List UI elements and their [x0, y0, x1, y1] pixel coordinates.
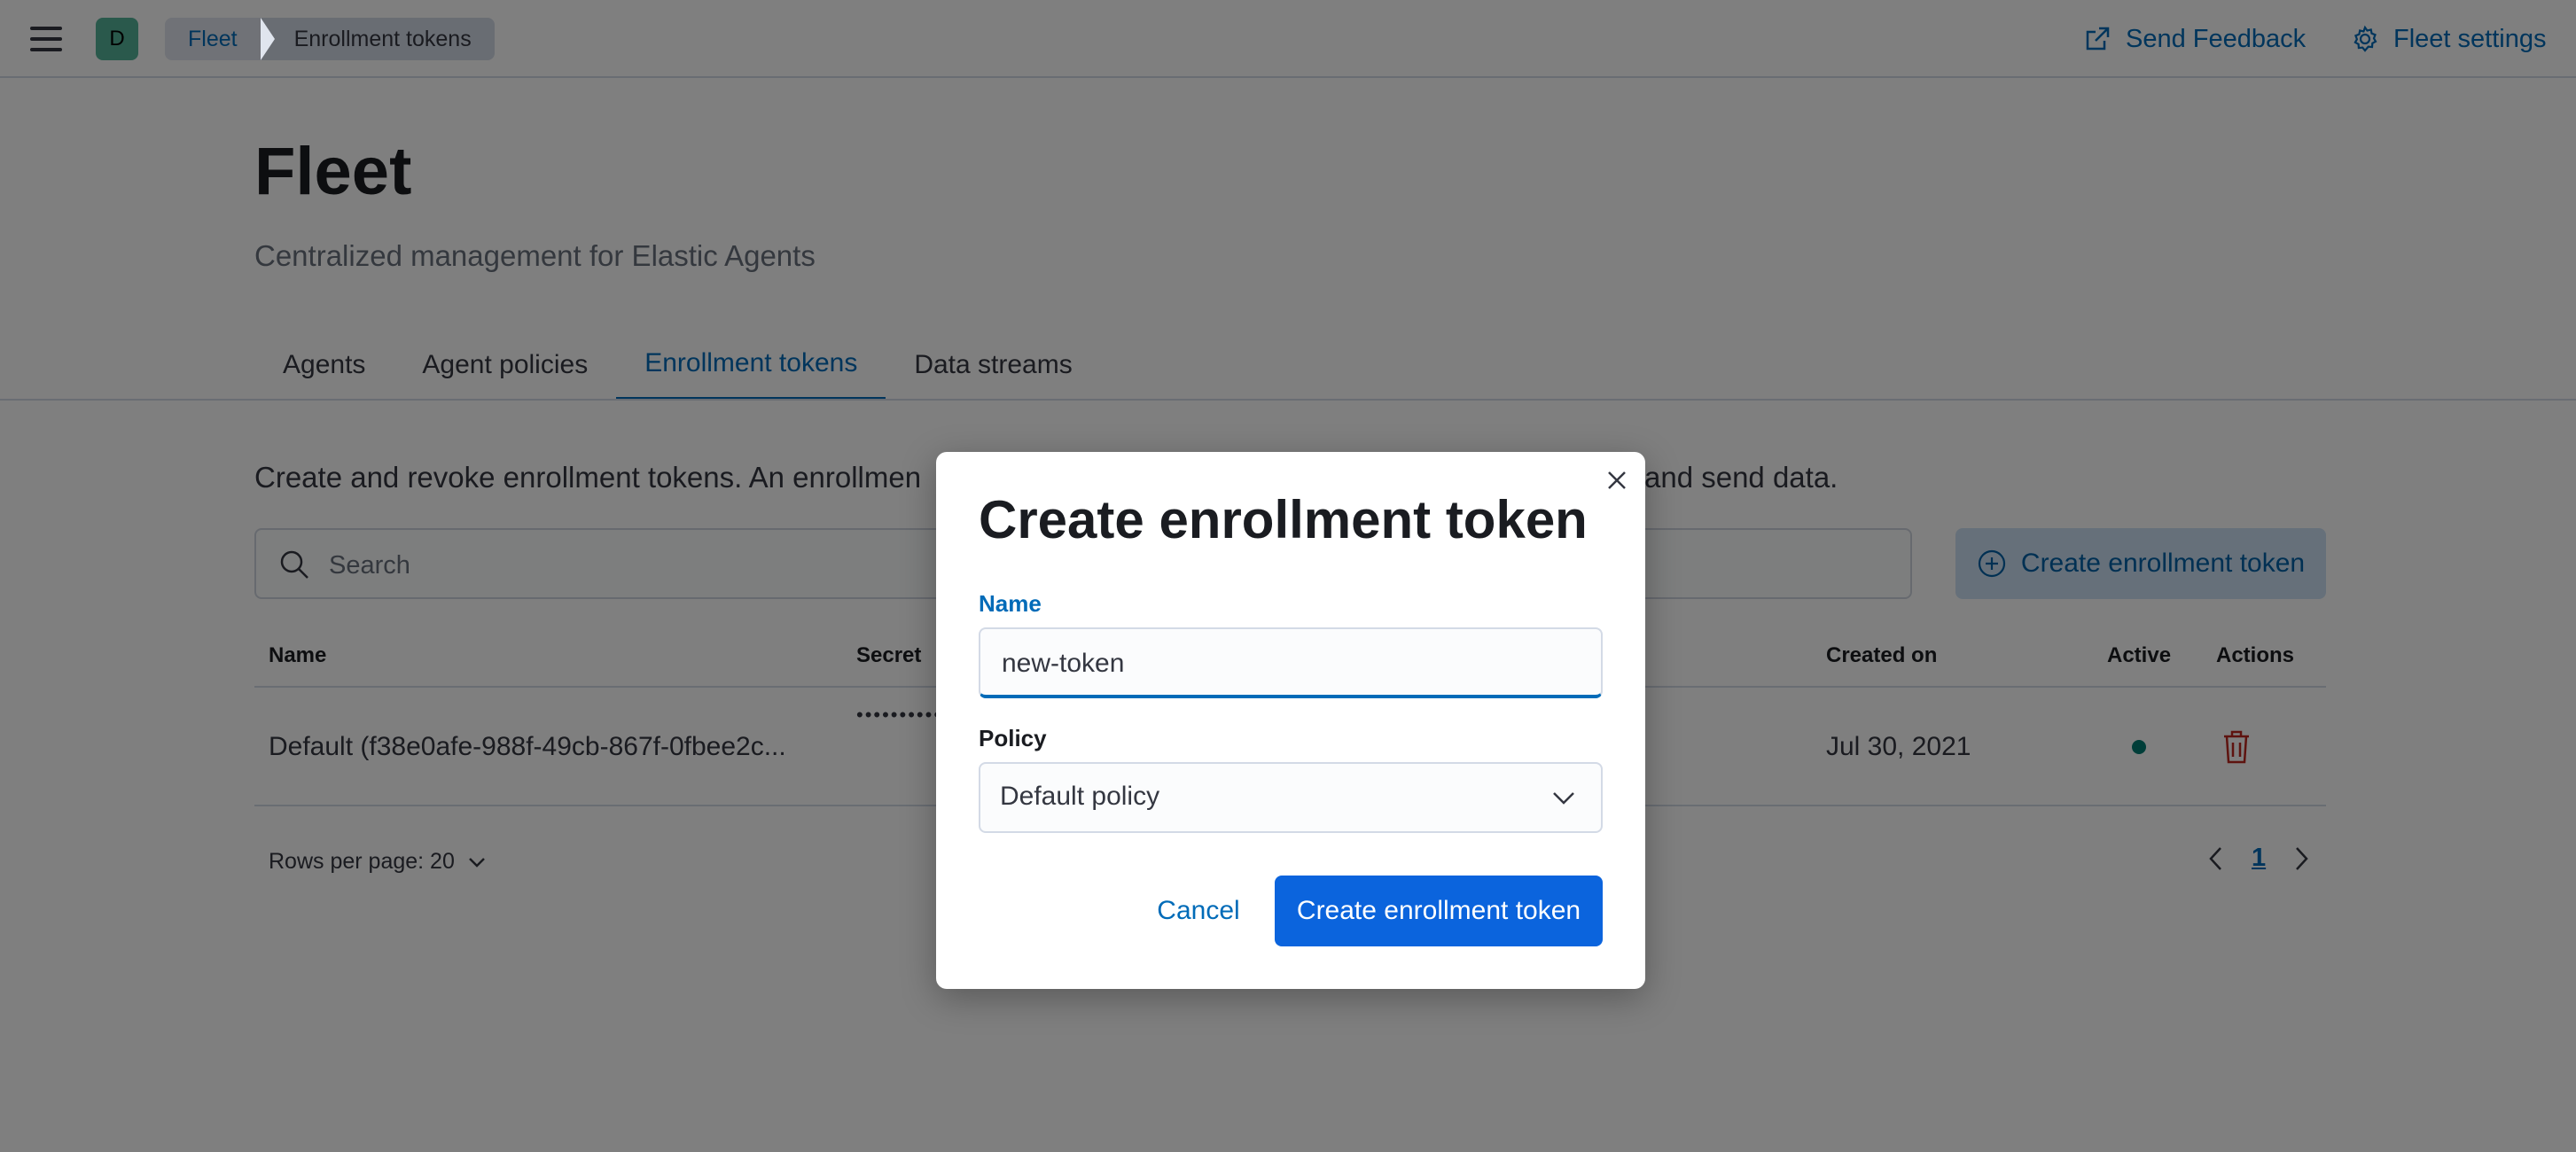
- name-field-label: Name: [979, 590, 1042, 617]
- close-icon[interactable]: [1603, 466, 1631, 494]
- policy-selected-value: Default policy: [1000, 782, 1160, 811]
- name-input[interactable]: [1000, 638, 1589, 689]
- cancel-button[interactable]: Cancel: [1133, 876, 1264, 946]
- policy-select[interactable]: Default policy: [979, 762, 1603, 833]
- create-enrollment-token-modal: Create enrollment token Name Policy Defa…: [936, 452, 1645, 989]
- modal-title: Create enrollment token: [979, 490, 1588, 549]
- name-field[interactable]: [979, 627, 1603, 698]
- chevron-down-icon: [1553, 792, 1574, 805]
- policy-field-label: Policy: [979, 725, 1047, 751]
- submit-create-token-button[interactable]: Create enrollment token: [1275, 876, 1603, 946]
